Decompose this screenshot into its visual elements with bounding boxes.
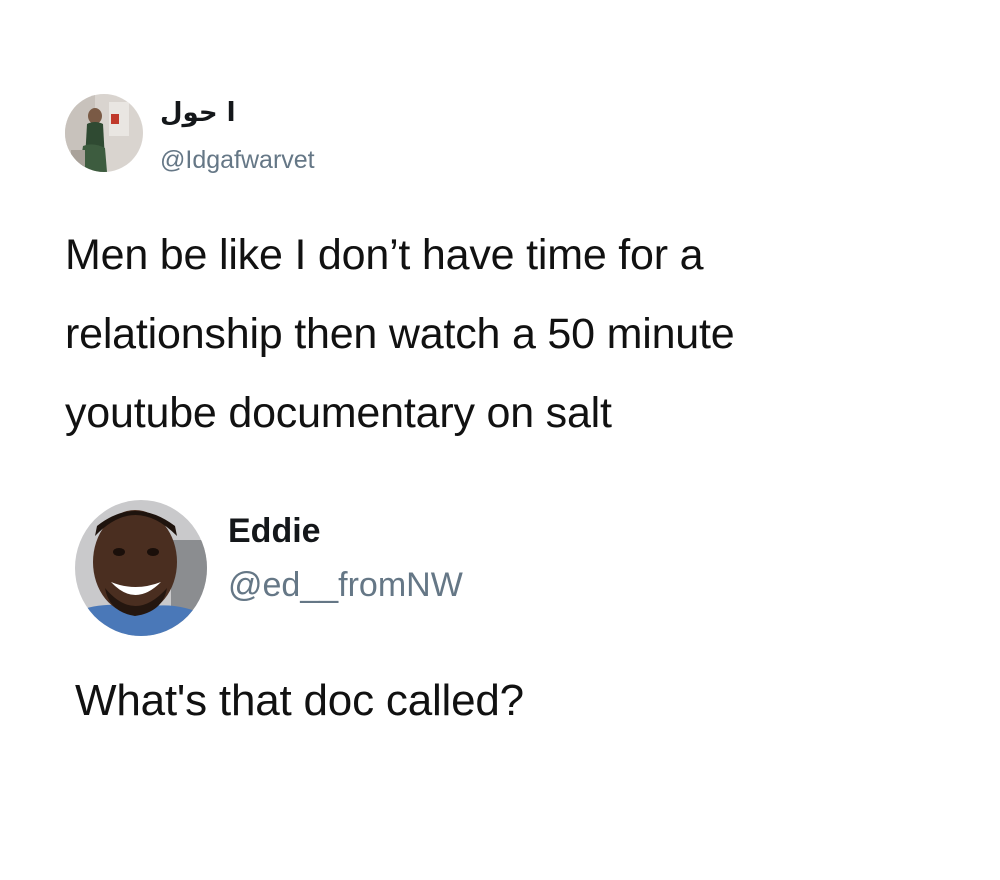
profile-photo-icon: [75, 500, 207, 636]
author-handle[interactable]: @Idgafwarvet: [160, 146, 315, 175]
tweet-text: Men be like I don’t have time for a rela…: [65, 216, 945, 453]
tweet-text: What's that doc called?: [75, 673, 955, 729]
tweet-text-line: youtube documentary on salt: [65, 389, 612, 437]
author-handle[interactable]: @ed__fromNW: [228, 566, 463, 605]
tweet-text-line: Men be like I don’t have time for a: [65, 231, 704, 279]
author-display-name[interactable]: Eddie: [228, 512, 321, 551]
tweet-text-line: What's that doc called?: [75, 676, 524, 725]
avatar[interactable]: [75, 500, 207, 636]
avatar[interactable]: [65, 94, 143, 172]
profile-photo-icon: [65, 94, 143, 172]
tweet-text-line: relationship then watch a 50 minute: [65, 310, 735, 358]
author-display-name[interactable]: ا حول: [160, 98, 236, 128]
